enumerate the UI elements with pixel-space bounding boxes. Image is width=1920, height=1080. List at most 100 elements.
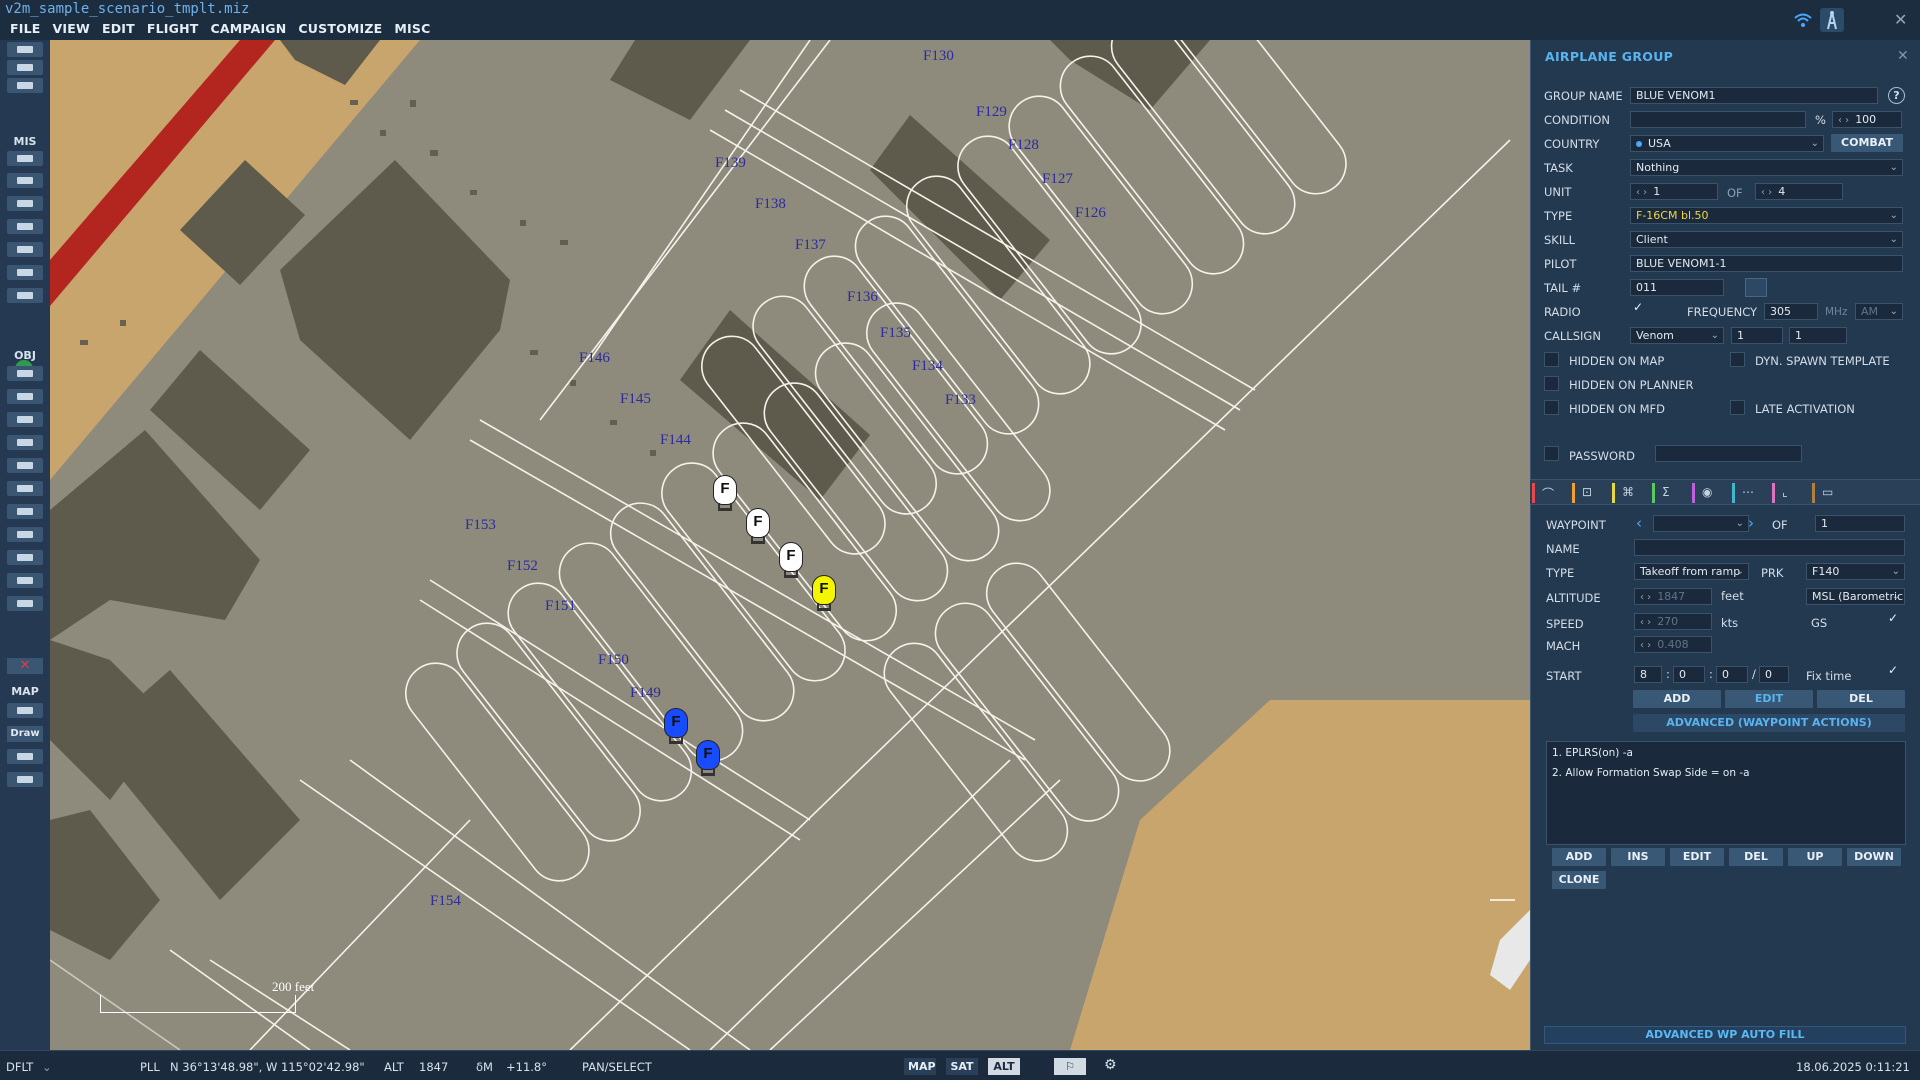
stepper-arrows-icon[interactable]: ‹ › xyxy=(1636,187,1647,198)
password-field[interactable] xyxy=(1655,445,1802,462)
callsign-flight-number-field[interactable]: 1 xyxy=(1789,327,1847,344)
unit-marker[interactable]: F xyxy=(661,708,691,746)
chevron-down-icon[interactable]: ⌄ xyxy=(42,1060,52,1074)
aircraft-type-select[interactable]: F-16CM bl.50 ⌄ xyxy=(1630,207,1903,224)
modulation-select[interactable]: AM ⌄ xyxy=(1855,303,1903,320)
coordinate-system[interactable]: PLL xyxy=(140,1060,160,1074)
menu-edit[interactable]: EDIT xyxy=(102,21,135,36)
start-hour-field[interactable]: 0 xyxy=(1673,666,1705,683)
action-insert-button[interactable]: INS xyxy=(1611,848,1665,866)
close-icon[interactable]: ✕ xyxy=(1894,10,1907,29)
advanced-waypoint-actions-button[interactable]: ADVANCED (WAYPOINT ACTIONS) xyxy=(1633,714,1905,732)
late-activation-checkbox[interactable] xyxy=(1730,400,1745,415)
tab-radio[interactable]: ◉ xyxy=(1692,483,1722,503)
menu-view[interactable]: VIEW xyxy=(53,21,90,36)
waypoint-actions-list[interactable]: 1. EPLRS(on) -a 2. Allow Formation Swap … xyxy=(1546,741,1906,845)
triggers-icon[interactable] xyxy=(7,196,43,211)
stepper-arrows-icon[interactable]: ‹ › xyxy=(1640,592,1651,603)
menu-flight[interactable]: FLIGHT xyxy=(147,21,199,36)
open-file-icon[interactable] xyxy=(7,60,43,75)
selected-unit-marker[interactable]: F xyxy=(809,575,839,613)
hidden-on-mfd-checkbox[interactable] xyxy=(1544,400,1559,415)
airplane-icon[interactable] xyxy=(7,366,43,381)
start-second-field[interactable]: 0 xyxy=(1759,666,1789,683)
tail-number-field[interactable]: 011 xyxy=(1630,279,1724,296)
radio-tower-icon[interactable] xyxy=(1820,8,1844,32)
map-frame-icon[interactable] xyxy=(7,772,43,787)
edit-waypoint-button[interactable]: EDIT xyxy=(1725,690,1813,708)
map-filter-icon[interactable]: ⚐ xyxy=(1054,1058,1086,1075)
save-file-icon[interactable] xyxy=(7,78,43,93)
altitude-reference-select[interactable]: MSL (Barometric) ⌄ xyxy=(1806,588,1905,605)
stepper-arrows-icon[interactable]: ‹ › xyxy=(1761,187,1772,198)
wifi-icon[interactable] xyxy=(1793,12,1813,28)
unit-marker[interactable]: F xyxy=(776,542,806,580)
ground-speed-checkbox[interactable]: ✓ xyxy=(1886,611,1901,629)
speed-stepper[interactable]: ‹ › 270 xyxy=(1634,613,1712,630)
callsign-select[interactable]: Venom ⌄ xyxy=(1630,327,1724,344)
tab-additional[interactable]: ⋯ xyxy=(1732,483,1762,503)
weather-icon[interactable] xyxy=(7,173,43,188)
hidden-on-planner-checkbox[interactable] xyxy=(1544,376,1559,391)
new-file-icon[interactable] xyxy=(7,42,43,57)
list-item[interactable]: 2. Allow Formation Swap Side = on -a xyxy=(1552,767,1750,779)
tab-payload[interactable]: ⌘ xyxy=(1612,483,1642,503)
draw-button[interactable]: Draw xyxy=(7,726,43,742)
nav-point-icon[interactable] xyxy=(7,550,43,565)
password-checkbox[interactable] xyxy=(1544,446,1559,461)
menu-file[interactable]: FILE xyxy=(10,21,41,36)
country-select[interactable]: USA ⌄ xyxy=(1630,135,1824,152)
action-down-button[interactable]: DOWN xyxy=(1847,848,1901,866)
waypoint-type-select[interactable]: Takeoff from ramp ⌄ xyxy=(1634,563,1749,580)
parking-select[interactable]: F140 ⌄ xyxy=(1806,563,1905,580)
menu-customize[interactable]: CUSTOMIZE xyxy=(298,21,382,36)
previous-waypoint-icon[interactable]: ‹ xyxy=(1636,514,1642,532)
list-item[interactable]: 1. EPLRS(on) -a xyxy=(1552,747,1633,759)
stepper-arrows-icon[interactable]: ‹ › xyxy=(1640,617,1651,628)
frequency-field[interactable]: 305 xyxy=(1764,303,1818,320)
livery-icon[interactable] xyxy=(1745,278,1767,297)
waypoint-name-field[interactable] xyxy=(1634,539,1905,556)
unit-marker[interactable]: F xyxy=(743,508,773,546)
shapes-icon[interactable] xyxy=(7,596,43,611)
menu-misc[interactable]: MISC xyxy=(394,21,430,36)
action-up-button[interactable]: UP xyxy=(1788,848,1842,866)
tab-route[interactable]: ⌒ xyxy=(1532,483,1562,503)
coalitions-icon[interactable] xyxy=(7,288,43,303)
advanced-wp-auto-fill-button[interactable]: ADVANCED WP AUTO FILL xyxy=(1544,1026,1906,1044)
unit-total-stepper[interactable]: ‹ › 4 xyxy=(1755,183,1843,200)
group-name-field[interactable]: BLUE VENOM1 xyxy=(1630,87,1878,104)
waypoint-select[interactable]: ⌄ xyxy=(1653,515,1749,532)
close-icon[interactable]: ✕ xyxy=(1897,48,1909,64)
action-clone-button[interactable]: CLONE xyxy=(1552,871,1606,889)
start-day-field[interactable]: 8 xyxy=(1634,666,1662,683)
stepper-arrows-icon[interactable]: ‹ › xyxy=(1838,115,1849,126)
action-edit-button[interactable]: EDIT xyxy=(1670,848,1724,866)
altitude-layer-button[interactable]: ALT xyxy=(988,1058,1020,1075)
unit-marker[interactable]: F xyxy=(693,740,723,778)
tab-targets[interactable]: ⊡ xyxy=(1572,483,1602,503)
condition-slider[interactable] xyxy=(1630,111,1806,128)
profile-select[interactable]: DFLT xyxy=(6,1060,33,1074)
callsign-number-field[interactable]: 1 xyxy=(1731,327,1783,344)
radio-checkbox[interactable]: ✓ xyxy=(1631,300,1646,318)
fix-time-checkbox[interactable]: ✓ xyxy=(1886,663,1901,681)
altitude-stepper[interactable]: ‹ › 1847 xyxy=(1634,588,1712,605)
briefing-icon[interactable] xyxy=(7,151,43,166)
help-icon[interactable]: ? xyxy=(1888,87,1905,104)
task-select[interactable]: Nothing ⌄ xyxy=(1630,159,1903,176)
unit-stepper[interactable]: ‹ › 1 xyxy=(1630,183,1718,200)
unit-marker[interactable]: F xyxy=(710,475,740,513)
tab-failures[interactable]: ▭ xyxy=(1812,483,1842,503)
action-delete-button[interactable]: DEL xyxy=(1729,848,1783,866)
check-icon[interactable] xyxy=(7,265,43,280)
hidden-on-map-checkbox[interactable] xyxy=(1544,352,1559,367)
start-minute-field[interactable]: 0 xyxy=(1716,666,1748,683)
zone-icon[interactable] xyxy=(7,504,43,519)
ship-icon[interactable] xyxy=(7,435,43,450)
dyn-spawn-checkbox[interactable] xyxy=(1730,352,1745,367)
delete-icon[interactable]: ✕ xyxy=(7,658,43,674)
map-layer-button[interactable]: MAP xyxy=(904,1058,936,1075)
helicopter-icon[interactable] xyxy=(7,389,43,404)
action-add-button[interactable]: ADD xyxy=(1552,848,1606,866)
